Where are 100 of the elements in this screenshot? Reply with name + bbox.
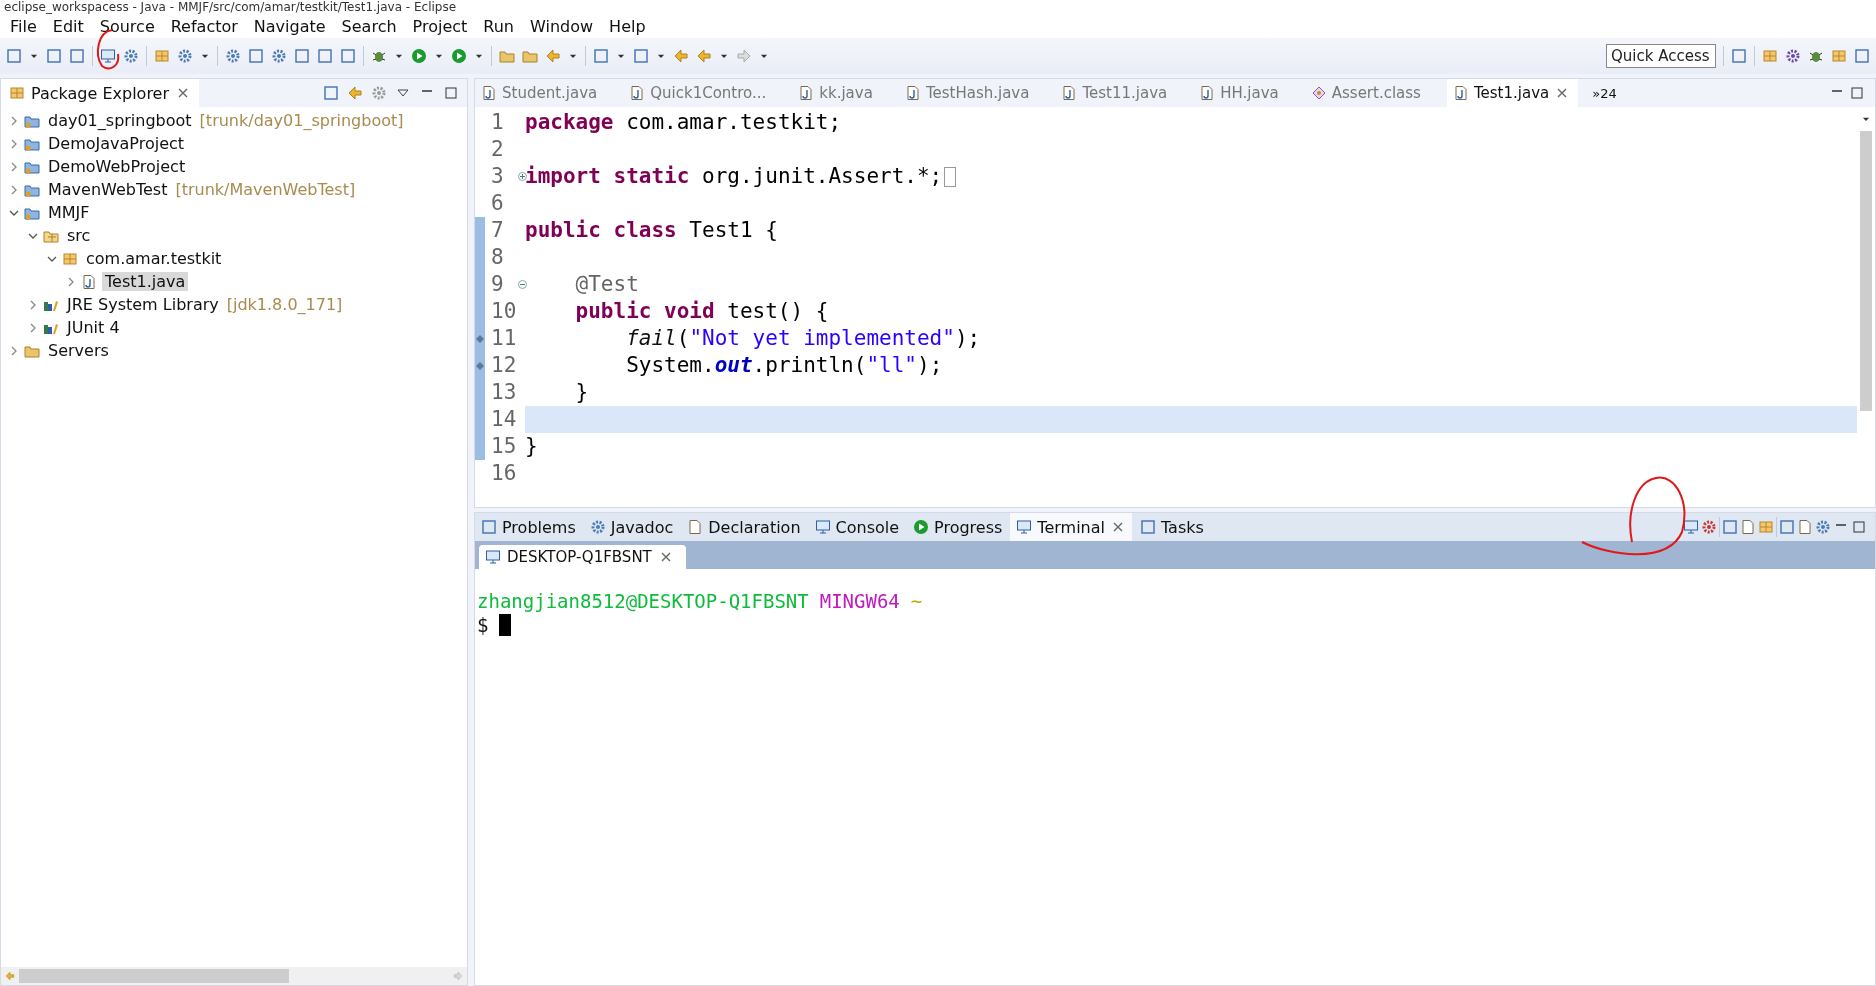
editor-tab[interactable]: TestHash.java: [898, 79, 1038, 107]
tree-item[interactable]: MavenWebTest: [45, 180, 171, 199]
code-line: public class Test1 {: [525, 217, 778, 244]
quick-access-field[interactable]: Quick Access: [1606, 44, 1716, 68]
line-number: 9: [485, 271, 525, 298]
terminal-session-tab[interactable]: DESKTOP-Q1FBSNT: [479, 545, 686, 569]
view-tab[interactable]: Package Explorer: [1, 79, 200, 107]
view-icon: [481, 519, 497, 535]
line-number: 8: [490, 244, 505, 271]
menu-item[interactable]: Run: [475, 16, 522, 36]
menu-item[interactable]: Edit: [44, 16, 92, 36]
tree-item[interactable]: JRE System Library: [64, 295, 222, 314]
view-icon: [1139, 519, 1156, 535]
line-number: 7: [490, 217, 505, 244]
code-line: package com.amar.testkit;: [525, 109, 842, 136]
code-line: fail("Not yet implemented");: [625, 325, 981, 352]
line-number: 12: [490, 352, 518, 379]
horizontal-scrollbar[interactable]: [1, 967, 467, 985]
line-number: 11: [490, 325, 518, 352]
view-tab[interactable]: Tasks: [1133, 513, 1210, 541]
editor-tab[interactable]: HH.java: [1193, 79, 1287, 107]
monitor-icon[interactable]: [100, 48, 116, 64]
code-line: @Test: [574, 271, 639, 298]
svn-path-label: [trunk/MavenWebTest]: [175, 180, 356, 199]
view-tab[interactable]: Javadoc: [583, 513, 680, 541]
view-icon: [1016, 519, 1033, 535]
line-number: 3: [485, 163, 525, 190]
run-tool-icon[interactable]: [451, 48, 467, 64]
tree-item[interactable]: Servers: [45, 341, 112, 360]
menu-item[interactable]: Help: [601, 16, 654, 36]
java-file-icon: [629, 85, 646, 101]
line-number: 15: [490, 433, 518, 460]
tree-item[interactable]: DemoJavaProject: [45, 134, 188, 153]
monitor-icon[interactable]: [1683, 519, 1699, 535]
view-tab[interactable]: Console: [808, 513, 906, 541]
window-title: eclipse_workspacess - Java - MMJF/src/com/amar/testkit/Test1.java - Eclipse: [4, 0, 457, 14]
editor-tab[interactable]: Student.java: [475, 79, 606, 107]
menu-item[interactable]: Search: [333, 16, 405, 36]
code-line: import static org.junit.Assert.*;: [525, 163, 943, 190]
menu-item[interactable]: Source: [91, 16, 163, 36]
editor-tab[interactable]: kk.java: [792, 79, 881, 107]
tree-item[interactable]: Test1.java: [102, 272, 189, 291]
line-number: 13: [490, 379, 518, 406]
folded-code-icon[interactable]: [944, 166, 957, 187]
maximize-icon[interactable]: [443, 85, 459, 101]
view-tab[interactable]: Declaration: [681, 513, 807, 541]
editor-tab[interactable]: Test1.java: [1446, 79, 1579, 107]
java-file-icon: [904, 85, 921, 101]
view-icon: [589, 519, 606, 535]
line-number: 10: [490, 298, 518, 325]
back-arrow-icon[interactable]: [696, 48, 712, 64]
package-icon[interactable]: [154, 48, 170, 64]
prompt-symbol: $: [477, 613, 489, 637]
java-file-icon: [1452, 85, 1469, 101]
tree-item[interactable]: DemoWebProject: [45, 157, 189, 176]
code-line: public void test() {: [574, 298, 829, 325]
svn-path-label: [trunk/day01_springboot]: [199, 111, 404, 130]
back-arrow-icon[interactable]: [673, 48, 689, 64]
menu-item[interactable]: File: [2, 16, 45, 36]
code-line: System.out.println("ll");: [625, 352, 943, 379]
maximize-icon[interactable]: [1849, 85, 1865, 101]
menu-item[interactable]: Window: [522, 16, 602, 36]
code-line: }: [525, 433, 538, 460]
editor-tab[interactable]: Assert.class: [1304, 79, 1429, 107]
forward-arrow-icon[interactable]: [736, 48, 752, 64]
monitor-icon: [485, 549, 501, 565]
code-line: }: [574, 379, 589, 406]
folder-icon[interactable]: [499, 48, 515, 64]
tree-item[interactable]: src: [64, 226, 94, 245]
editor-tab[interactable]: Test11.java: [1055, 79, 1176, 107]
tab-overflow-count[interactable]: »24: [1592, 85, 1617, 101]
view-tab[interactable]: Progress: [907, 513, 1009, 541]
view-icon: [814, 519, 831, 535]
menu-item[interactable]: Navigate: [245, 16, 334, 36]
line-number: 6: [490, 190, 505, 217]
view-tab[interactable]: Problems: [475, 513, 582, 541]
fold-plus-icon[interactable]: [518, 172, 527, 181]
tree-item[interactable]: JUnit 4: [64, 318, 123, 337]
folder-icon[interactable]: [522, 48, 538, 64]
java-file-icon: [1061, 85, 1078, 101]
line-number: 2: [490, 136, 505, 163]
prompt-text: MINGW64: [819, 589, 900, 613]
tree-item[interactable]: com.amar.testkit: [83, 249, 225, 268]
view-icon: [687, 519, 704, 535]
tree-item[interactable]: MMJF: [45, 203, 93, 222]
view-tab[interactable]: Terminal: [1010, 513, 1132, 541]
maximize-icon[interactable]: [1851, 519, 1867, 535]
tree-item[interactable]: day01_springboot: [45, 111, 195, 130]
line-number: 14: [490, 406, 518, 433]
line-number: 16: [490, 460, 518, 487]
fold-minus-icon[interactable]: [518, 280, 527, 289]
prompt-text: zhangjian8512@DESKTOP-Q1FBSNT: [477, 589, 809, 613]
menu-item[interactable]: Refactor: [162, 16, 246, 36]
editor-tab[interactable]: Quick1Contro...: [623, 79, 775, 107]
svn-path-label: [jdk1.8.0_171]: [226, 295, 343, 314]
menu-item[interactable]: Project: [404, 16, 476, 36]
prompt-text: ~: [910, 589, 923, 613]
play-icon[interactable]: [411, 48, 427, 64]
text-cursor: [499, 614, 512, 636]
view-icon: [913, 519, 930, 535]
